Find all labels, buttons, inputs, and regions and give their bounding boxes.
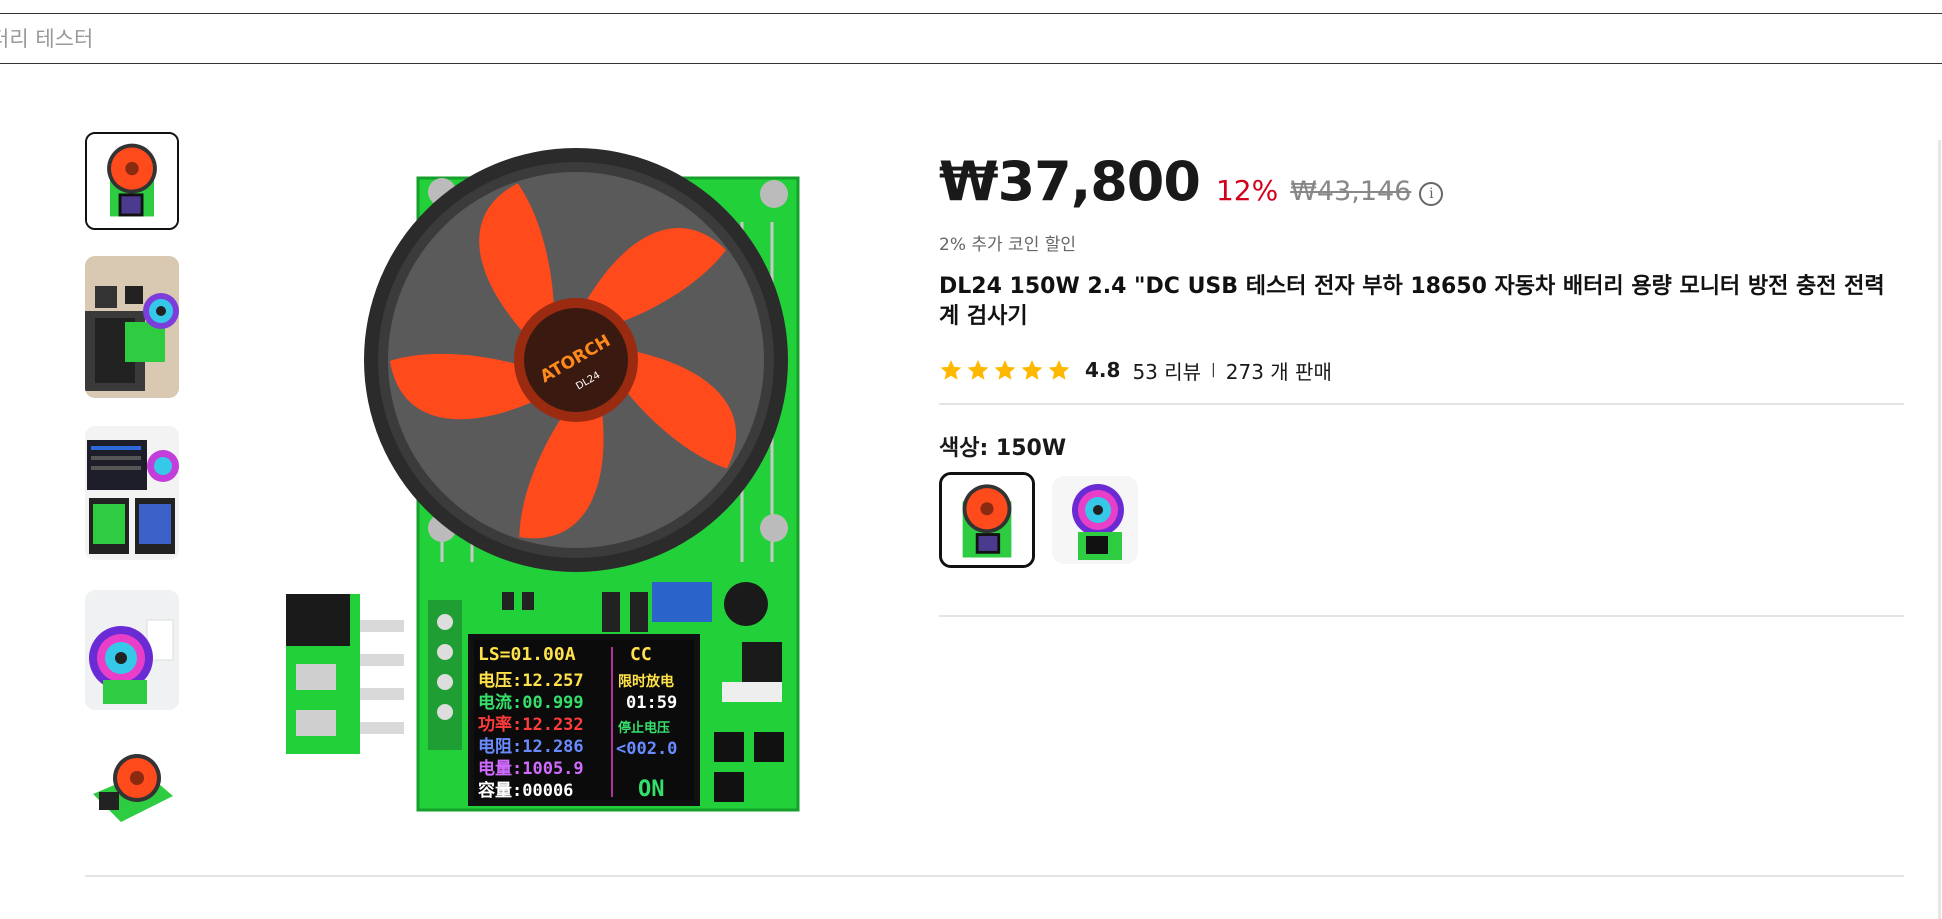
main-product-image[interactable]: ATORCH DL24 LS=01.00A CC 电压:12.257 电流:00… (282, 142, 842, 822)
star-icon (1021, 360, 1043, 380)
coin-discount-note: 2% 추가 코인 할인 (939, 235, 1077, 255)
product-title: DL24 150W 2.4 "DC USB 테스터 전자 부하 18650 자동… (939, 274, 1885, 329)
screen-cutoff-voltage: <002.0 (616, 739, 677, 759)
screen-state: ON (638, 777, 665, 802)
sale-price: ₩37,800 (939, 150, 1201, 213)
screen-current: 电流:00.999 (478, 692, 584, 713)
thumbnail-2[interactable] (85, 256, 179, 398)
thumbnail-1[interactable] (85, 132, 179, 230)
color-option-rgb[interactable] (1052, 476, 1138, 564)
search-input[interactable] (0, 25, 890, 53)
thumbnail-5[interactable] (85, 732, 179, 832)
star-icon (940, 360, 962, 380)
screen-resistance: 电阻:12.286 (478, 736, 584, 757)
screen-mode: CC (630, 644, 652, 665)
product-thumbnail-image (85, 426, 179, 560)
divider (939, 403, 1904, 405)
screen-power: 功率:12.232 (478, 714, 584, 735)
star-icon (1048, 360, 1070, 380)
swatch-image (1052, 476, 1138, 564)
price-row: ₩37,800 12% ₩43,146 i (939, 150, 1904, 224)
sold-count: 273 개 판매 (1225, 359, 1332, 384)
scroll-edge (1938, 140, 1941, 919)
thumbnail-3[interactable] (85, 426, 179, 560)
rating-value: 4.8 (1085, 358, 1121, 382)
divider (939, 615, 1904, 617)
search-bar (0, 13, 1942, 64)
screen-capacity: 容量:00006 (478, 780, 573, 801)
original-price: ₩43,146 (1290, 176, 1412, 207)
product-thumbnail-image (85, 590, 179, 710)
screen-timer: 01:59 (626, 693, 677, 713)
info-icon[interactable]: i (1419, 182, 1444, 206)
product-thumbnail-image (85, 256, 179, 398)
color-label: 색상: 150W (939, 436, 1067, 461)
product-info-panel: ₩37,800 12% ₩43,146 i 2% 추가 코인 할인 DL24 1… (939, 150, 1904, 384)
screen-energy: 电量:1005.9 (478, 758, 584, 779)
screen-timer-label: 限时放电 (618, 673, 674, 690)
star-icon (967, 360, 989, 380)
product-photo: ATORCH DL24 LS=01.00A CC 电压:12.257 电流:00… (286, 148, 800, 812)
product-thumbnail-image (87, 134, 177, 228)
rating-row: 4.8 53 리뷰 | 273 개 판매 (939, 356, 1904, 384)
screen-current-setting: LS=01.00A (478, 644, 576, 665)
review-count-link[interactable]: 53 리뷰 (1132, 356, 1201, 385)
color-option-150w[interactable] (939, 472, 1035, 568)
screen-voltage: 电压:12.257 (478, 670, 584, 691)
section-divider (85, 875, 1904, 877)
swatch-image (942, 475, 1032, 565)
product-thumbnail-image (85, 732, 179, 832)
screen-cutoff-label: 停止电压 (618, 720, 670, 736)
star-icon (994, 360, 1016, 380)
discount-percent: 12% (1215, 174, 1279, 207)
thumbnail-4[interactable] (85, 590, 179, 710)
rating-stars (939, 358, 1071, 382)
separator: | (1211, 362, 1216, 378)
